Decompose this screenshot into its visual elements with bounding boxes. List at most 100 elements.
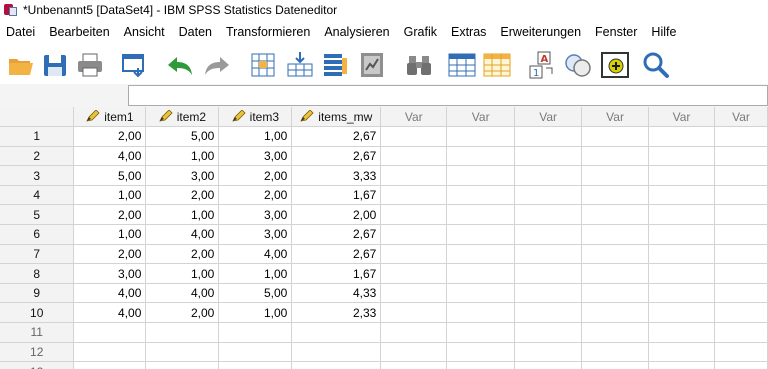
row-number[interactable]: 13 xyxy=(0,361,75,369)
data-cell[interactable] xyxy=(714,361,768,369)
data-cell[interactable] xyxy=(648,322,715,343)
column-header-var[interactable]: Var xyxy=(648,107,715,128)
data-cell[interactable] xyxy=(714,302,768,324)
data-cell[interactable] xyxy=(581,165,650,186)
cell-value-input[interactable] xyxy=(128,85,768,106)
data-cell[interactable] xyxy=(581,342,650,363)
data-cell[interactable] xyxy=(380,322,448,343)
data-cell[interactable] xyxy=(581,204,650,226)
column-header-var[interactable]: Var xyxy=(514,107,583,128)
data-cell[interactable]: 2,00 xyxy=(145,185,220,206)
column-header-item2[interactable]: item2 xyxy=(145,107,220,128)
data-cell[interactable] xyxy=(218,342,293,363)
menu-erweiterungen[interactable]: Erweiterungen xyxy=(494,25,589,39)
row-number[interactable]: 12 xyxy=(0,342,75,363)
column-header-item3[interactable]: item3 xyxy=(218,107,293,128)
menu-grafik[interactable]: Grafik xyxy=(398,25,445,39)
data-cell[interactable] xyxy=(291,322,382,343)
column-header-var[interactable]: Var xyxy=(446,107,516,128)
data-cell[interactable] xyxy=(714,283,768,304)
data-cell[interactable] xyxy=(446,302,516,324)
data-cell[interactable] xyxy=(714,224,768,245)
data-cell[interactable] xyxy=(380,342,448,363)
data-cell[interactable] xyxy=(648,283,715,304)
data-cell[interactable]: 5,00 xyxy=(218,283,293,304)
data-cell[interactable] xyxy=(446,204,516,226)
data-cell[interactable] xyxy=(581,263,650,284)
data-cell[interactable] xyxy=(145,342,220,363)
data-cell[interactable] xyxy=(446,342,516,363)
data-cell[interactable] xyxy=(380,146,448,167)
data-cell[interactable] xyxy=(514,302,583,324)
data-cell[interactable]: 2,67 xyxy=(291,244,382,265)
row-number[interactable]: 10 xyxy=(0,302,75,324)
data-cell[interactable] xyxy=(446,361,516,369)
data-cell[interactable] xyxy=(218,322,293,343)
data-cell[interactable]: 3,33 xyxy=(291,165,382,186)
data-cell[interactable]: 4,00 xyxy=(218,244,293,265)
data-cell[interactable] xyxy=(514,146,583,167)
data-cell[interactable] xyxy=(446,322,516,343)
data-cell[interactable] xyxy=(648,361,715,369)
data-cell[interactable]: 3,00 xyxy=(145,165,220,186)
search-icon[interactable] xyxy=(641,50,671,80)
data-cell[interactable] xyxy=(714,244,768,265)
data-cell[interactable] xyxy=(581,302,650,324)
data-cell[interactable]: 1,67 xyxy=(291,263,382,284)
data-cell[interactable] xyxy=(648,126,715,147)
menu-ansicht[interactable]: Ansicht xyxy=(118,25,173,39)
data-cell[interactable] xyxy=(380,283,448,304)
data-cell[interactable] xyxy=(714,263,768,284)
row-number[interactable]: 3 xyxy=(0,165,75,186)
data-cell[interactable] xyxy=(514,224,583,245)
data-cell[interactable] xyxy=(514,165,583,186)
corner-cell[interactable] xyxy=(0,107,75,128)
data-cell[interactable] xyxy=(648,146,715,167)
data-cell[interactable] xyxy=(581,322,650,343)
data-cell[interactable] xyxy=(514,322,583,343)
data-cell[interactable] xyxy=(291,361,382,369)
data-cell[interactable] xyxy=(514,263,583,284)
data-cell[interactable] xyxy=(446,185,516,206)
menu-bearbeiten[interactable]: Bearbeiten xyxy=(43,25,117,39)
data-cell[interactable] xyxy=(648,342,715,363)
goto-variable-icon[interactable] xyxy=(285,50,315,80)
data-cell[interactable] xyxy=(714,185,768,206)
insert-cases-icon[interactable] xyxy=(447,50,477,80)
data-cell[interactable] xyxy=(446,126,516,147)
data-cell[interactable]: 3,00 xyxy=(218,204,293,226)
data-cell[interactable] xyxy=(380,185,448,206)
insert-variable-icon[interactable] xyxy=(482,50,512,80)
data-cell[interactable] xyxy=(380,165,448,186)
data-cell[interactable] xyxy=(648,185,715,206)
data-cell[interactable] xyxy=(446,224,516,245)
data-cell[interactable]: 2,67 xyxy=(291,224,382,245)
data-cell[interactable]: 2,33 xyxy=(291,302,382,324)
data-cell[interactable]: 1,00 xyxy=(218,302,293,324)
data-cell[interactable]: 2,00 xyxy=(73,126,147,147)
undo-icon[interactable] xyxy=(165,50,195,80)
data-cell[interactable] xyxy=(380,263,448,284)
data-cell[interactable] xyxy=(581,185,650,206)
data-cell[interactable]: 5,00 xyxy=(145,126,220,147)
spell-check-icon[interactable] xyxy=(600,50,630,80)
row-number[interactable]: 5 xyxy=(0,204,75,226)
data-cell[interactable]: 4,00 xyxy=(145,224,220,245)
data-cell[interactable] xyxy=(380,302,448,324)
data-cell[interactable]: 2,00 xyxy=(145,302,220,324)
data-cell[interactable] xyxy=(648,204,715,226)
row-number[interactable]: 1 xyxy=(0,126,75,147)
data-cell[interactable]: 1,67 xyxy=(291,185,382,206)
row-number[interactable]: 6 xyxy=(0,224,75,245)
data-cell[interactable]: 4,00 xyxy=(73,283,147,304)
row-number[interactable]: 7 xyxy=(0,244,75,265)
data-cell[interactable] xyxy=(581,126,650,147)
column-header-var[interactable]: Var xyxy=(714,107,768,128)
open-folder-icon[interactable] xyxy=(6,50,36,80)
data-cell[interactable] xyxy=(514,244,583,265)
data-cell[interactable] xyxy=(648,302,715,324)
data-cell[interactable] xyxy=(514,185,583,206)
save-disk-icon[interactable] xyxy=(40,50,70,80)
data-cell[interactable] xyxy=(648,244,715,265)
row-number[interactable]: 2 xyxy=(0,146,75,167)
